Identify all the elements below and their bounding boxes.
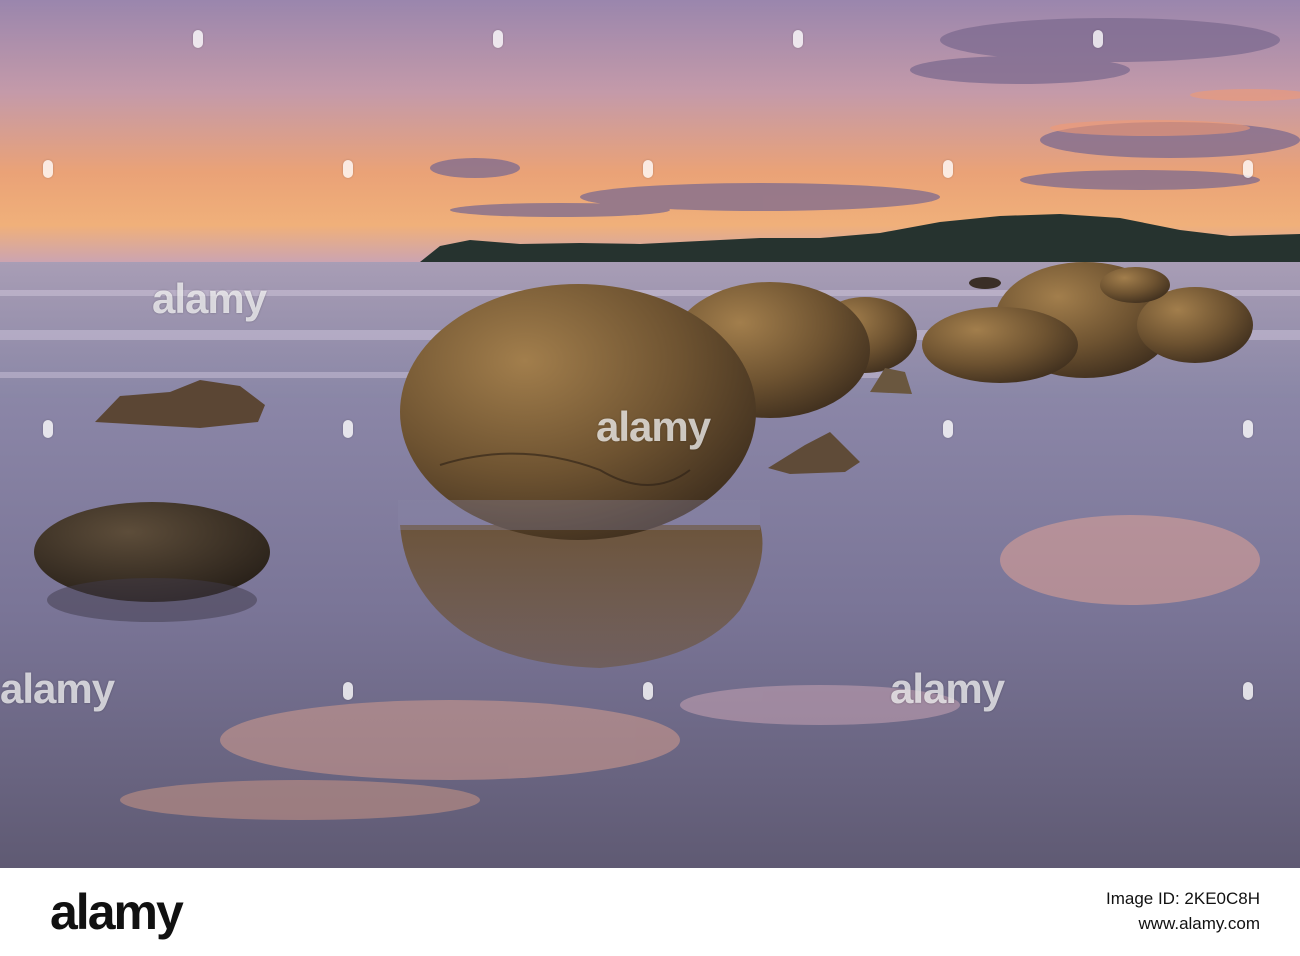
- watermark-dot: [943, 420, 953, 438]
- image-id-label: Image ID: 2KE0C8H: [1105, 889, 1260, 908]
- alamy-logo: alamy: [50, 884, 184, 940]
- watermark-dot: [1243, 160, 1253, 178]
- watermark-dot: [643, 682, 653, 700]
- watermark-dot: [793, 30, 803, 48]
- site-url: www.alamy.com: [1138, 914, 1260, 933]
- watermark-dot: [343, 160, 353, 178]
- watermark-dot: [493, 30, 503, 48]
- watermark-dot: [43, 420, 53, 438]
- watermark-dot: [1093, 30, 1103, 48]
- watermark-dot: [343, 420, 353, 438]
- watermark-dot: [193, 30, 203, 48]
- alamy-footer-bar: alamy Image ID: 2KE0C8H www.alamy.com: [0, 868, 1300, 956]
- beach-boulders-photo: [0, 0, 1300, 868]
- image-meta: Image ID: 2KE0C8H www.alamy.com: [1106, 886, 1260, 936]
- watermark-dot: [643, 160, 653, 178]
- watermark-dot: [1243, 682, 1253, 700]
- image-stage: alamy alamy alamy alamy alamy Image ID: …: [0, 0, 1300, 956]
- watermark-dot: [1243, 420, 1253, 438]
- watermark-dot: [43, 160, 53, 178]
- watermark-dot: [943, 160, 953, 178]
- watermark-dot: [343, 682, 353, 700]
